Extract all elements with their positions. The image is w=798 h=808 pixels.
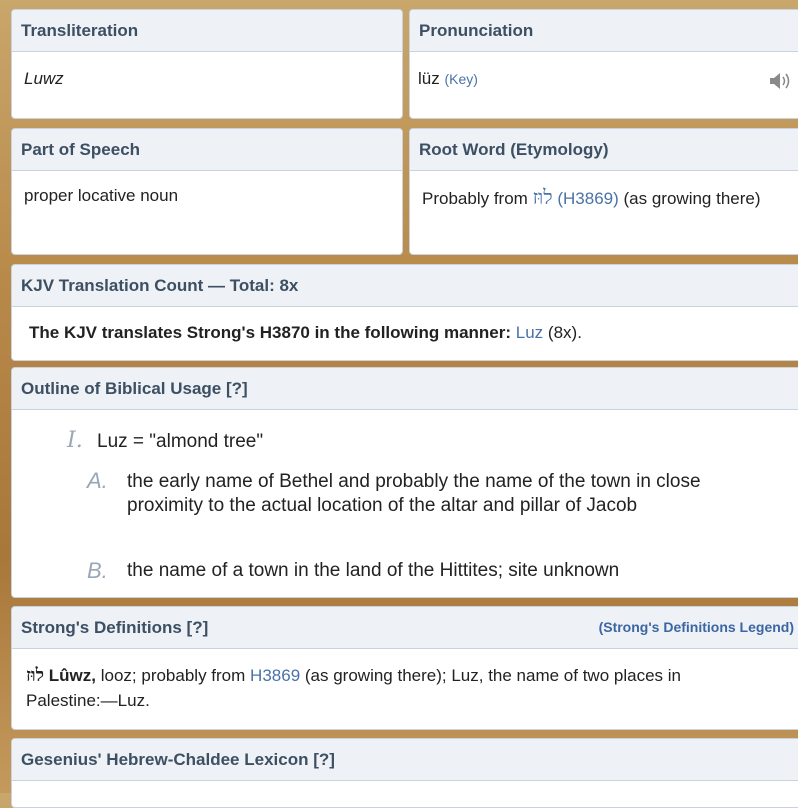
gesenius-panel: Gesenius' Hebrew-Chaldee Lexicon [?] (11, 738, 798, 808)
outline-item-b: the name of a town in the land of the Hi… (127, 560, 620, 581)
pronunciation-key-link[interactable]: (Key) (444, 71, 477, 87)
outline-marker-b: B. (87, 558, 108, 583)
strongs-header-title: Strong's Definitions [?] (21, 618, 209, 637)
part-of-speech-header: Part of Speech (12, 129, 402, 171)
kjv-count-value: (8x). (547, 323, 582, 342)
kjv-count-header: KJV Translation Count — Total: 8x (12, 265, 798, 307)
outline-marker-i: I. (67, 428, 83, 453)
strongs-legend-link[interactable]: (Strong's Definitions Legend) (599, 607, 794, 648)
root-word-panel: Root Word (Etymology) Probably from לוּז… (409, 128, 798, 255)
strongs-text-before: looz; probably from (100, 666, 246, 685)
kjv-count-text: The KJV translates Strong's H3870 in the… (29, 323, 512, 342)
pronunciation-header: Pronunciation (410, 10, 798, 52)
outline-panel: Outline of Biblical Usage [?] I. Luz = "… (11, 367, 798, 598)
kjv-count-body: The KJV translates Strong's H3870 in the… (12, 307, 798, 355)
root-word-body: Probably from לוּז (H3869) (as growing t… (410, 171, 798, 221)
strongs-body: לוּז Lûwz, looz; probably from H3869 (as… (12, 649, 798, 723)
strongs-header: Strong's Definitions [?] (Strong's Defin… (12, 607, 798, 649)
root-word-header: Root Word (Etymology) (410, 129, 798, 171)
strongs-word: Lûwz, (48, 666, 96, 685)
strongs-h3869-link[interactable]: H3869 (250, 666, 300, 685)
kjv-count-panel: KJV Translation Count — Total: 8x The KJ… (11, 264, 798, 361)
outline-header: Outline of Biblical Usage [?] (12, 368, 798, 410)
transliteration-value: Luwz (24, 69, 64, 88)
strongs-hebrew-word: לוּז (26, 665, 45, 686)
gesenius-header: Gesenius' Hebrew-Chaldee Lexicon [?] (12, 739, 798, 781)
part-of-speech-value: proper locative noun (24, 186, 179, 205)
root-word-ref-link[interactable]: (H3869) (557, 189, 618, 208)
transliteration-panel: Transliteration Luwz (11, 9, 403, 119)
outline-item-i: Luz = "almond tree" (97, 431, 264, 452)
transliteration-header: Transliteration (12, 10, 402, 52)
root-word-hebrew-link[interactable]: לוּז (533, 185, 553, 209)
part-of-speech-panel: Part of Speech proper locative noun (11, 128, 403, 255)
outline-marker-a: A. (87, 468, 108, 493)
speaker-icon[interactable] (768, 70, 792, 92)
root-word-suffix: (as growing there) (623, 189, 761, 208)
root-word-prefix: Probably from (422, 189, 528, 208)
strongs-panel: Strong's Definitions [?] (Strong's Defin… (11, 606, 798, 730)
pronunciation-body: lüz (Key) (410, 52, 798, 102)
kjv-luz-link[interactable]: Luz (516, 323, 543, 342)
pronunciation-value: lüz (418, 69, 440, 88)
outline-item-a: the early name of Bethel and probably th… (127, 471, 701, 516)
pronunciation-panel: Pronunciation lüz (Key) (409, 9, 798, 119)
